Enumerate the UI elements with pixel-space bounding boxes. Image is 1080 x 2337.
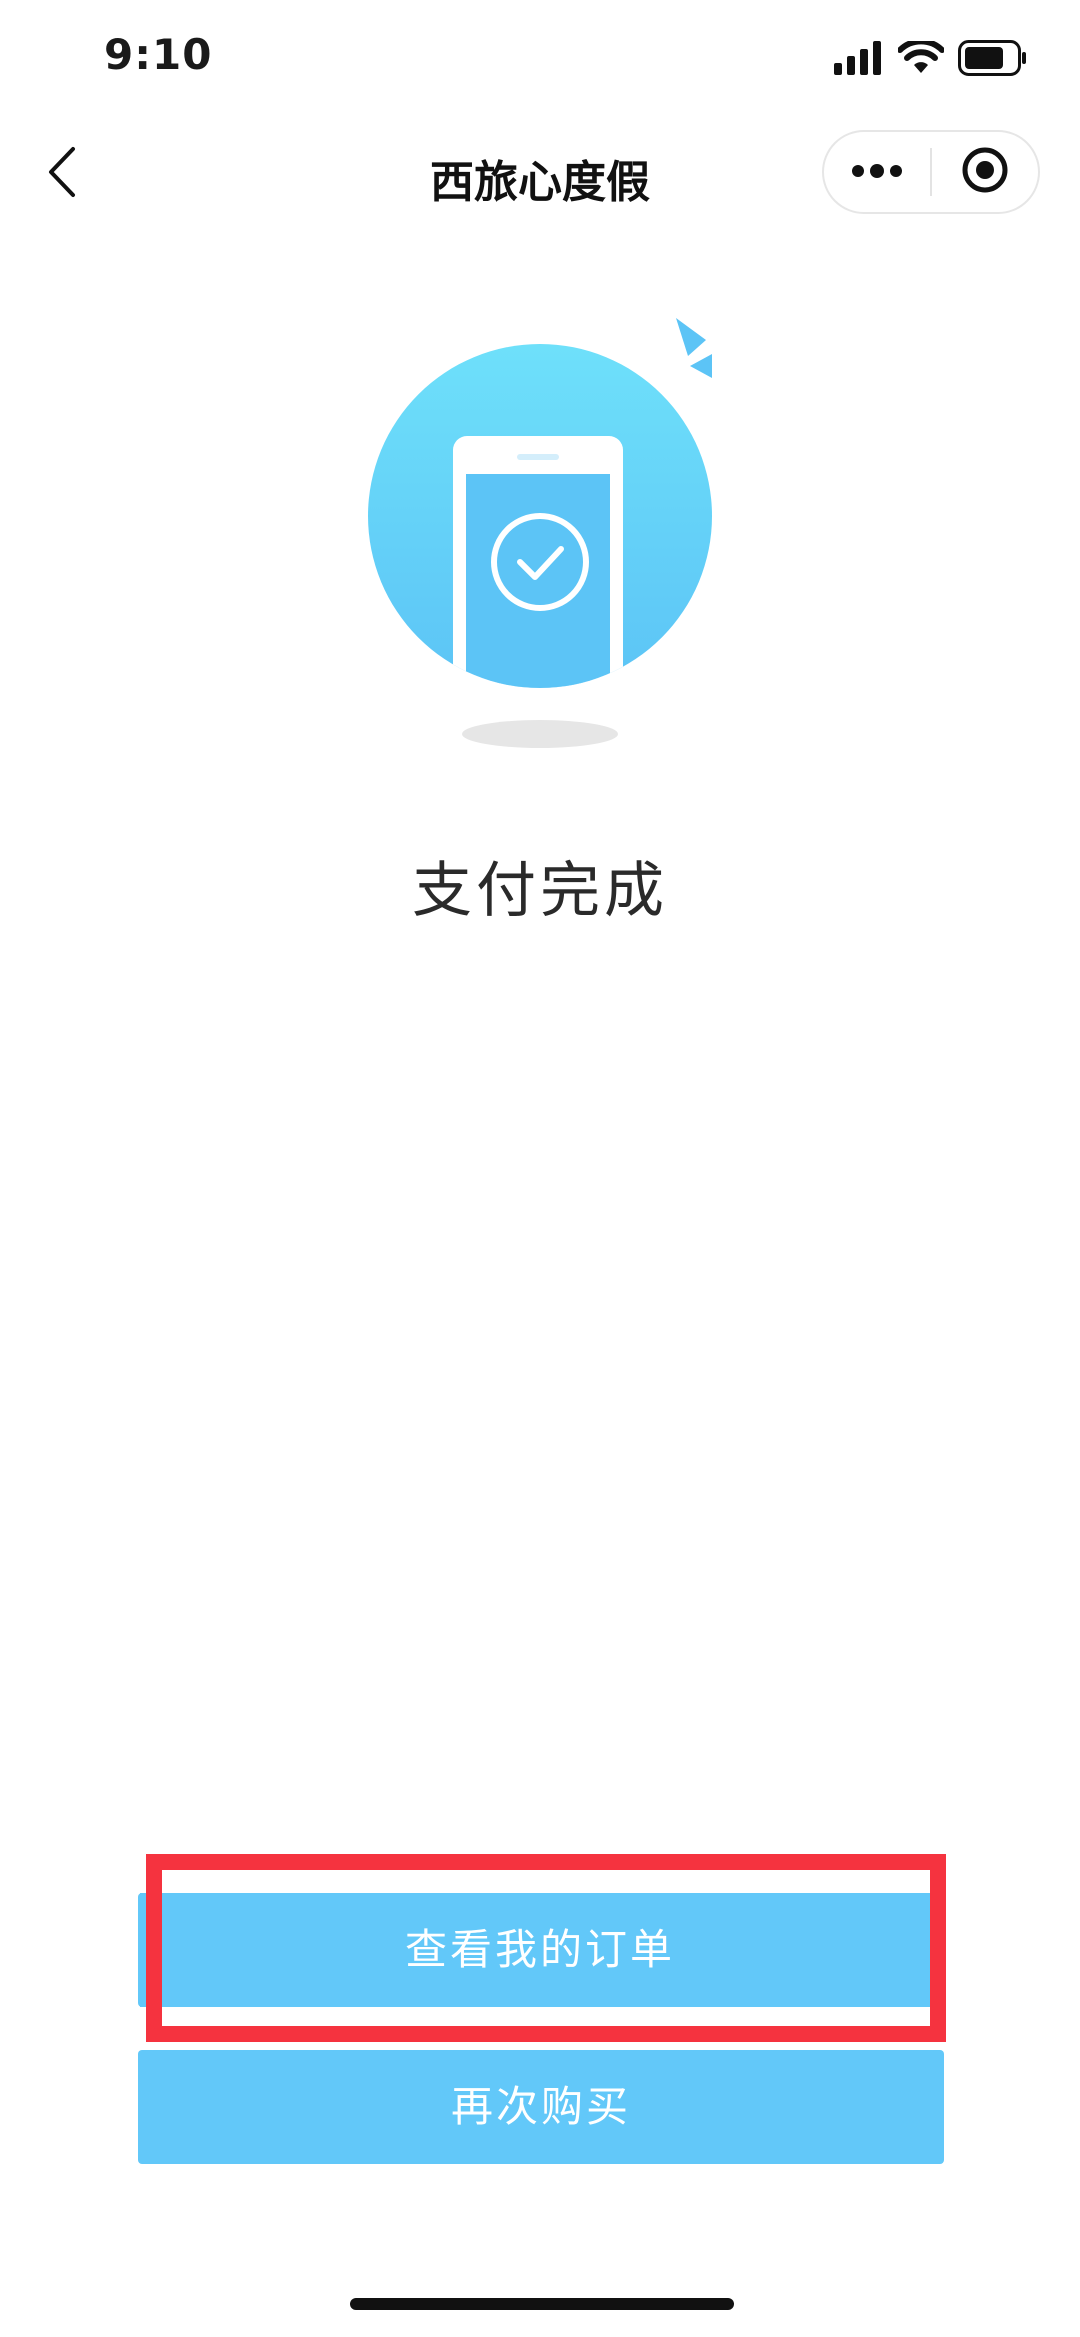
- signal-icon: [834, 41, 884, 79]
- nav-bar: 西旅心度假: [0, 120, 1080, 230]
- close-miniprogram-button[interactable]: [932, 132, 1038, 212]
- status-time: 9:10: [104, 30, 213, 79]
- status-bar: 9:10: [0, 0, 1080, 120]
- more-dots-icon: [851, 163, 903, 182]
- home-indicator: [350, 2298, 734, 2310]
- target-circle-icon: [960, 145, 1010, 199]
- more-button[interactable]: [824, 132, 930, 212]
- payment-success-illustration: [360, 318, 740, 758]
- payment-success-message: 支付完成: [412, 856, 668, 926]
- sparkle-icon: [676, 318, 712, 378]
- miniprogram-capsule: [822, 130, 1040, 214]
- status-icons: [834, 38, 1028, 80]
- buy-again-button[interactable]: 再次购买: [138, 2050, 944, 2164]
- battery-icon: [958, 40, 1028, 80]
- wifi-icon: [897, 38, 945, 79]
- view-orders-button[interactable]: 查看我的订单: [140, 1893, 940, 2007]
